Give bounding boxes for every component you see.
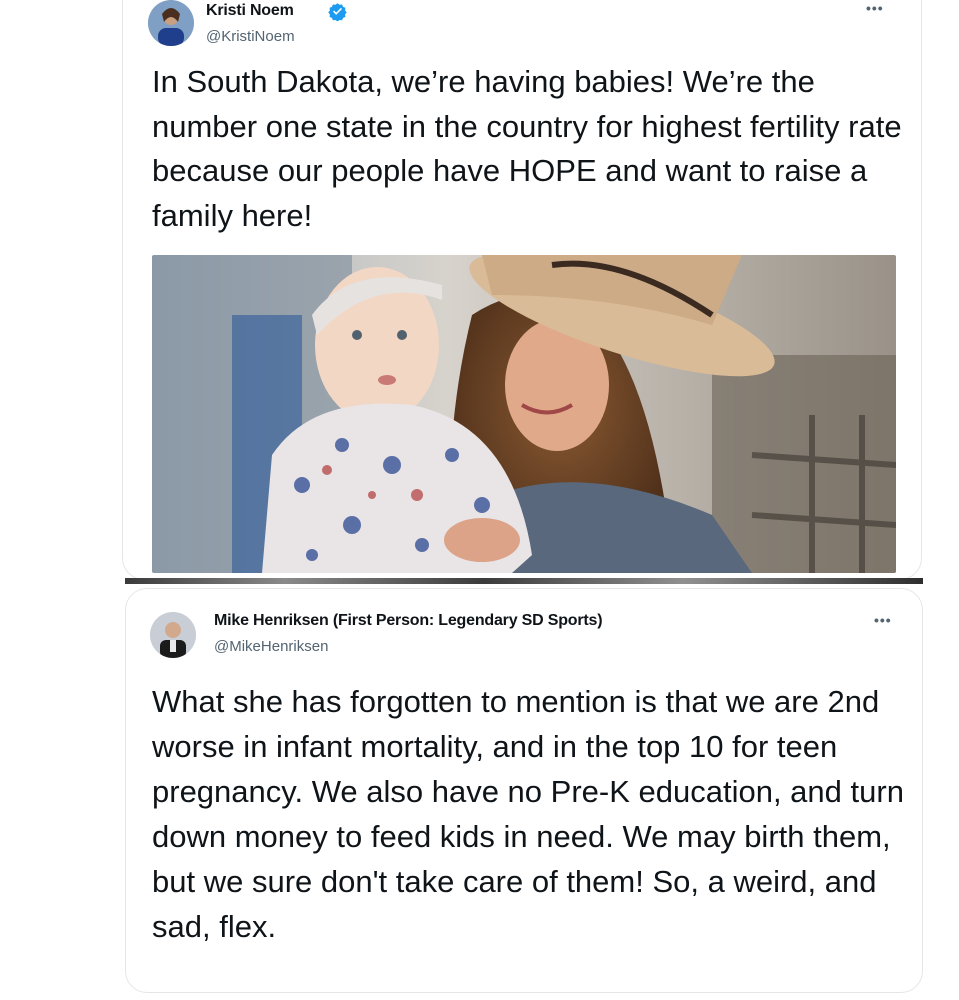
ellipsis-icon[interactable]: ••• <box>874 612 892 628</box>
verified-badge-icon <box>328 3 347 21</box>
author-name[interactable]: Kristi Noem <box>206 2 294 20</box>
author-avatar[interactable] <box>148 0 194 46</box>
avatar-image <box>150 612 196 658</box>
tweet-text: In South Dakota, we’re having babies! We… <box>152 64 902 233</box>
tweet-photo[interactable] <box>152 255 896 573</box>
author-name[interactable]: Mike Henriksen (First Person: Legendary … <box>214 612 603 630</box>
photo-illustration <box>152 255 896 573</box>
author-avatar[interactable] <box>150 612 196 658</box>
image-divider <box>125 578 923 584</box>
author-handle[interactable]: @MikeHenriksen <box>214 638 328 655</box>
avatar-image <box>148 0 194 46</box>
tweet-text: What she has forgotten to mention is tha… <box>152 684 904 944</box>
ellipsis-icon[interactable]: ••• <box>866 0 884 16</box>
author-handle[interactable]: @KristiNoem <box>206 28 295 45</box>
